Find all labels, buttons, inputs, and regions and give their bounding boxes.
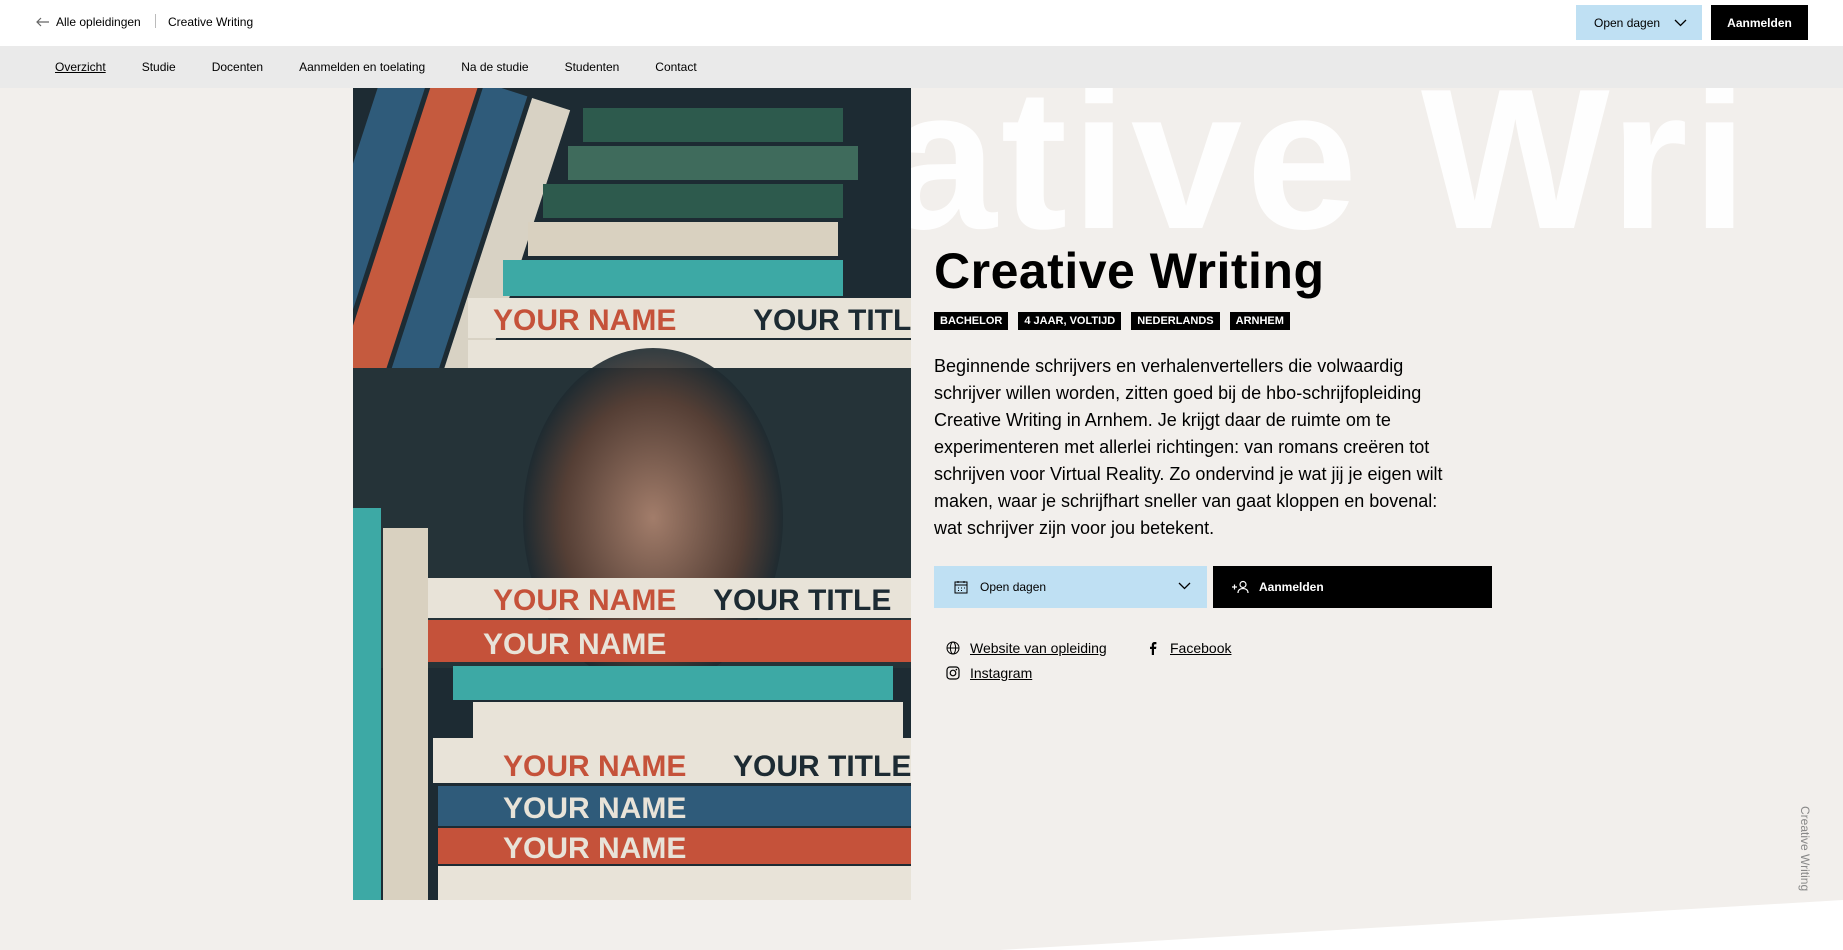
apply-button-label: Aanmelden: [1259, 580, 1324, 594]
books-photo: YOUR NAME YOUR TITLE YOUR NAME YOUR TITL…: [353, 88, 911, 900]
decorative-swoosh: [1000, 900, 1843, 950]
nav-item-aanmelden-toelating[interactable]: Aanmelden en toelating: [299, 60, 425, 74]
instagram-link-label: Instagram: [970, 665, 1033, 681]
back-link[interactable]: Alle opleidingen: [36, 15, 141, 29]
facebook-link[interactable]: Facebook: [1146, 640, 1231, 656]
tag-degree: BACHELOR: [934, 312, 1009, 330]
website-link-label: Website van opleiding: [970, 640, 1107, 656]
book-label-title: YOUR TITLE: [753, 304, 911, 337]
instagram-link[interactable]: Instagram: [946, 665, 1032, 681]
side-label: Creative Writing: [1798, 806, 1812, 892]
add-user-icon: [1232, 580, 1249, 594]
tag-language: NEDERLANDS: [1131, 312, 1220, 330]
book-label-name: YOUR NAME: [493, 304, 676, 337]
tag-location: ARNHEM: [1229, 312, 1290, 330]
intro-text: Beginnende schrijvers en verhalenvertell…: [934, 356, 1443, 538]
book-label-name-4: YOUR NAME: [503, 750, 686, 783]
nav-item-contact[interactable]: Contact: [655, 60, 696, 74]
facebook-icon: [1150, 642, 1157, 655]
book-label-name-2: YOUR NAME: [493, 584, 676, 617]
instagram-icon: [946, 666, 960, 680]
book-label-name-6: YOUR NAME: [503, 832, 686, 865]
open-days-label: Open dagen: [1594, 15, 1661, 30]
top-bar: Alle opleidingen Creative Writing Open d…: [0, 0, 1843, 46]
breadcrumb-divider: [155, 14, 156, 28]
calendar-icon: [954, 581, 968, 594]
back-link-label: Alle opleidingen: [56, 15, 141, 29]
page-title: Creative Writing: [934, 243, 1325, 299]
globe-icon: [946, 641, 960, 655]
tag-duration: 4 JAAR, VOLTIJD: [1018, 312, 1122, 330]
nav-item-docenten[interactable]: Docenten: [212, 60, 263, 74]
open-days-dropdown-top[interactable]: Open dagen: [1576, 5, 1702, 40]
breadcrumb-current: Creative Writing: [168, 15, 254, 29]
chevron-down-icon: [1178, 582, 1191, 590]
section-nav: Overzicht Studie Docenten Aanmelden en t…: [0, 46, 1843, 88]
book-label-title-4: YOUR TITLE: [733, 750, 911, 783]
chevron-down-icon: [1674, 19, 1687, 26]
book-label-title-2: YOUR TITLE: [713, 584, 891, 617]
open-days-dropdown[interactable]: Open dagen: [934, 566, 1207, 608]
apply-button[interactable]: Aanmelden: [1213, 566, 1492, 608]
nav-item-na-de-studie[interactable]: Na de studie: [461, 60, 528, 74]
book-label-name-5: YOUR NAME: [503, 792, 686, 825]
apply-button-top[interactable]: Aanmelden: [1711, 5, 1808, 40]
website-link[interactable]: Website van opleiding: [946, 640, 1107, 656]
book-label-name-3: YOUR NAME: [483, 628, 666, 661]
arrow-left-icon: [36, 17, 49, 27]
hero-image: YOUR NAME YOUR TITLE YOUR NAME YOUR TITL…: [353, 88, 911, 900]
facebook-link-label: Facebook: [1170, 640, 1232, 656]
background-title-wrap: Creative Wri: [0, 88, 1843, 288]
nav-item-studenten[interactable]: Studenten: [565, 60, 620, 74]
nav-item-studie[interactable]: Studie: [142, 60, 176, 74]
open-days-button-label: Open dagen: [980, 580, 1047, 594]
nav-item-overzicht[interactable]: Overzicht: [55, 60, 106, 74]
program-tags: BACHELOR 4 JAAR, VOLTIJD NEDERLANDS ARNH…: [934, 312, 1290, 330]
